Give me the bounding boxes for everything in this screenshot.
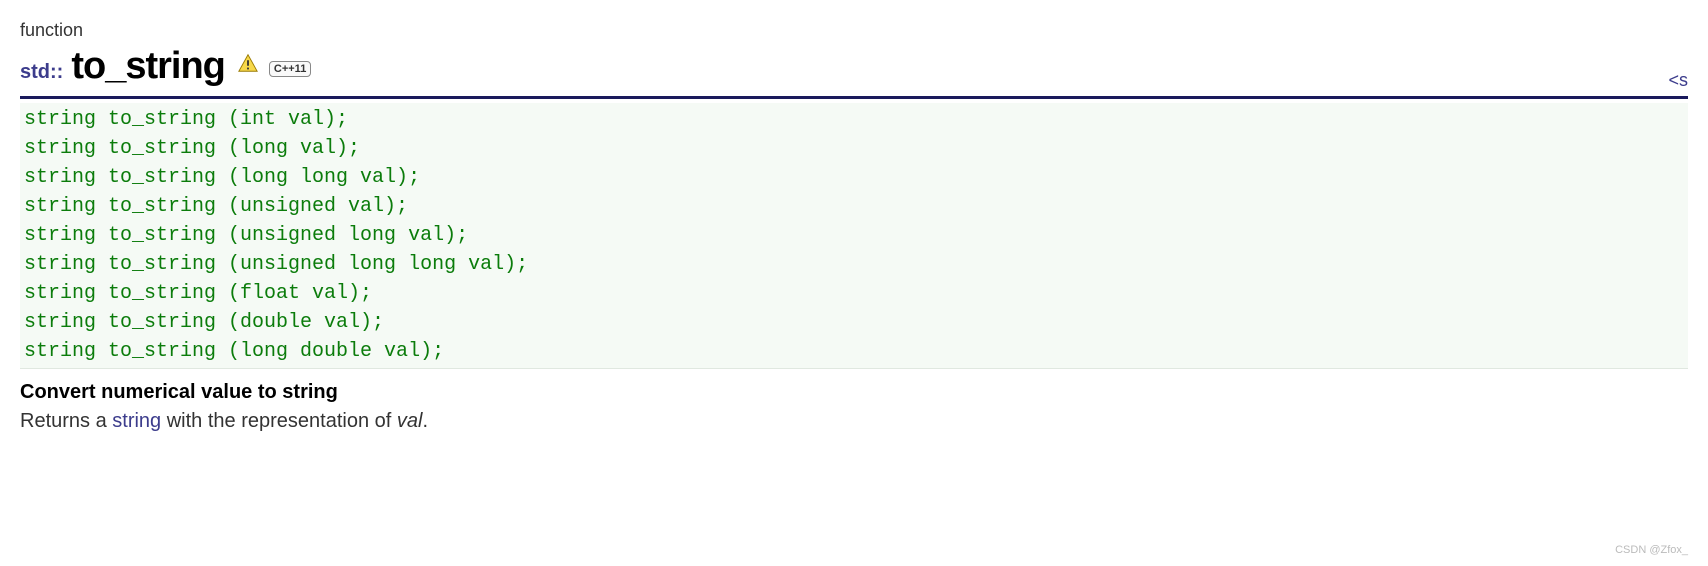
- desc-param-val: val: [397, 410, 423, 432]
- function-name: to_string: [71, 45, 225, 88]
- signature-line: string to_string (long double val);: [24, 340, 444, 363]
- desc-text-suffix: .: [422, 410, 428, 432]
- signature-line: string to_string (unsigned long long val…: [24, 253, 528, 276]
- signature-line: string to_string (int val);: [24, 108, 348, 131]
- doc-title-row: std:: to_string C++11: [20, 45, 1688, 88]
- signature-line: string to_string (unsigned long val);: [24, 224, 468, 247]
- function-signatures: string to_string (int val); string to_st…: [20, 103, 1688, 369]
- description-title: Convert numerical value to string: [20, 381, 1688, 404]
- description-text: Returns a string with the representation…: [20, 410, 1688, 433]
- doc-category-label: function: [20, 20, 1688, 41]
- cpp-standard-badge: C++11: [269, 61, 311, 77]
- desc-text-prefix: Returns a: [20, 410, 112, 432]
- header-file-hint: <s: [1668, 70, 1688, 91]
- signature-line: string to_string (long long val);: [24, 166, 420, 189]
- signature-line: string to_string (unsigned val);: [24, 195, 408, 218]
- string-type-link[interactable]: string: [112, 410, 161, 432]
- namespace-prefix: std::: [20, 61, 63, 84]
- warning-icon: [237, 52, 259, 74]
- desc-text-mid: with the representation of: [161, 410, 397, 432]
- title-divider: [20, 96, 1688, 99]
- signature-line: string to_string (float val);: [24, 282, 372, 305]
- watermark: CSDN @Zfox_: [1615, 544, 1688, 556]
- signature-line: string to_string (double val);: [24, 311, 384, 334]
- signature-line: string to_string (long val);: [24, 137, 360, 160]
